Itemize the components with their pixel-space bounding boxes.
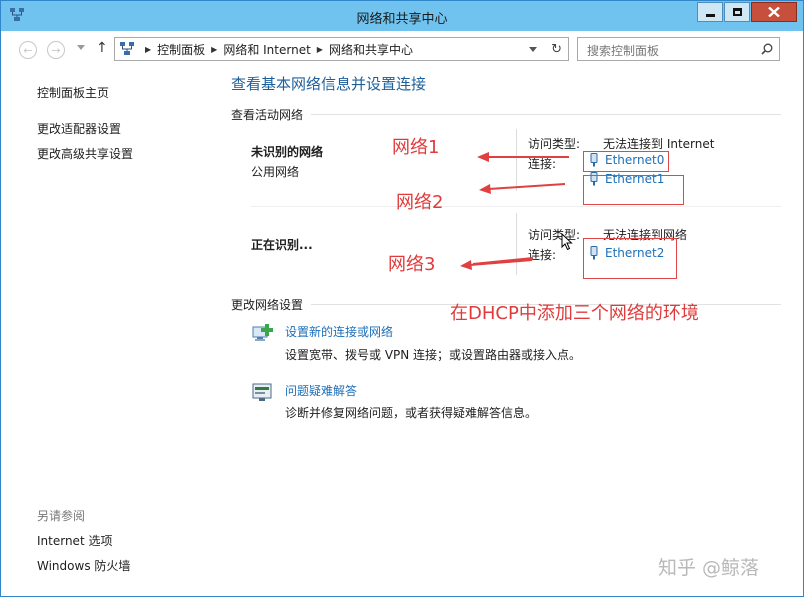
- back-button[interactable]: ←: [19, 41, 37, 59]
- breadcrumb-network-sharing-center[interactable]: 网络和共享中心: [329, 41, 413, 58]
- annotation-arrows: [472, 152, 569, 265]
- see-also-heading: 另请参阅: [37, 509, 86, 523]
- minimize-button[interactable]: [697, 2, 723, 22]
- back-arrow-icon: ←: [23, 43, 33, 57]
- troubleshoot-link[interactable]: 问题疑难解答: [285, 382, 357, 399]
- network-type[interactable]: 公用网络: [251, 163, 299, 180]
- sidebar-link-internet-options[interactable]: Internet 选项: [37, 532, 112, 549]
- sidebar-link-advanced-sharing-settings[interactable]: 更改高级共享设置: [37, 145, 133, 162]
- breadcrumb-separator-icon: ▶: [145, 44, 152, 54]
- recent-locations-dropdown[interactable]: [77, 45, 85, 50]
- address-dropdown-icon[interactable]: [529, 46, 538, 52]
- network-name: 正在识别...: [251, 238, 313, 252]
- maximize-icon: [732, 8, 742, 16]
- window-controls: [696, 2, 797, 22]
- sidebar-link-control-panel-home[interactable]: 控制面板主页: [37, 84, 109, 101]
- search-input[interactable]: 搜索控制面板: [577, 37, 780, 61]
- setup-new-connection-link[interactable]: 设置新的连接或网络: [285, 323, 393, 340]
- annotation-network-2: 网络2: [396, 192, 444, 213]
- network-sharing-center-window: 网络和共享中心 ← → ↑ ▶ 控制面板 ▶ 网络和 Internet ▶ 网络…: [0, 0, 804, 597]
- annotation-network-3: 网络3: [388, 254, 436, 275]
- section-divider: [311, 114, 781, 115]
- troubleshoot-description: 诊断并修复网络问题，或者获得疑难解答信息。: [285, 406, 538, 420]
- change-network-settings-label: 更改网络设置: [231, 298, 304, 312]
- watermark: 知乎 @鲸落: [658, 557, 760, 579]
- troubleshoot-icon: [252, 383, 272, 401]
- close-icon: [768, 7, 780, 17]
- maximize-button[interactable]: [724, 2, 750, 22]
- close-button[interactable]: [751, 2, 797, 22]
- sidebar-link-windows-firewall[interactable]: Windows 防火墙: [37, 557, 130, 574]
- annotation-arrow-network-3: [460, 259, 533, 270]
- annotation-box-ethernet1: [583, 175, 684, 205]
- window-title: 网络和共享中心: [356, 12, 448, 27]
- forward-arrow-icon: →: [51, 43, 61, 57]
- minimize-icon: [705, 13, 715, 17]
- network-location-icon: [120, 42, 134, 55]
- annotation-box-ethernet2: [583, 238, 677, 279]
- new-connection-icon: [252, 324, 273, 341]
- annotation-caption: 在DHCP中添加三个网络的环境: [450, 303, 699, 324]
- navigation-toolbar: ← → ↑ ▶ 控制面板 ▶ 网络和 Internet ▶ 网络和共享中心 ↻ …: [1, 31, 803, 67]
- breadcrumb-separator-icon: ▶: [211, 44, 218, 54]
- sidebar-link-change-adapter-settings[interactable]: 更改适配器设置: [37, 120, 121, 137]
- search-placeholder: 搜索控制面板: [587, 44, 660, 58]
- address-bar-actions: ↻: [529, 42, 568, 57]
- annotation-box-ethernet0: [583, 151, 669, 172]
- network-name: 未识别的网络: [251, 145, 324, 159]
- access-type-value: 无法连接到 Internet: [603, 137, 715, 151]
- up-arrow-icon: ↑: [96, 40, 108, 56]
- title-bar: 网络和共享中心: [1, 1, 803, 31]
- breadcrumb-separator-icon: ▶: [316, 44, 323, 54]
- active-networks-label: 查看活动网络: [231, 108, 304, 122]
- up-button[interactable]: ↑: [96, 40, 108, 56]
- search-icon[interactable]: [761, 43, 773, 55]
- breadcrumb-control-panel[interactable]: 控制面板: [157, 41, 205, 58]
- forward-button[interactable]: →: [47, 41, 65, 59]
- page-title: 查看基本网络信息并设置连接: [231, 75, 427, 93]
- setup-new-connection-description: 设置宽带、拨号或 VPN 连接；或设置路由器或接入点。: [285, 348, 582, 362]
- annotation-network-1: 网络1: [392, 137, 440, 158]
- breadcrumb-network-internet[interactable]: 网络和 Internet: [223, 41, 310, 58]
- refresh-icon[interactable]: ↻: [551, 42, 562, 57]
- address-bar[interactable]: ▶ 控制面板 ▶ 网络和 Internet ▶ 网络和共享中心 ↻: [114, 37, 569, 61]
